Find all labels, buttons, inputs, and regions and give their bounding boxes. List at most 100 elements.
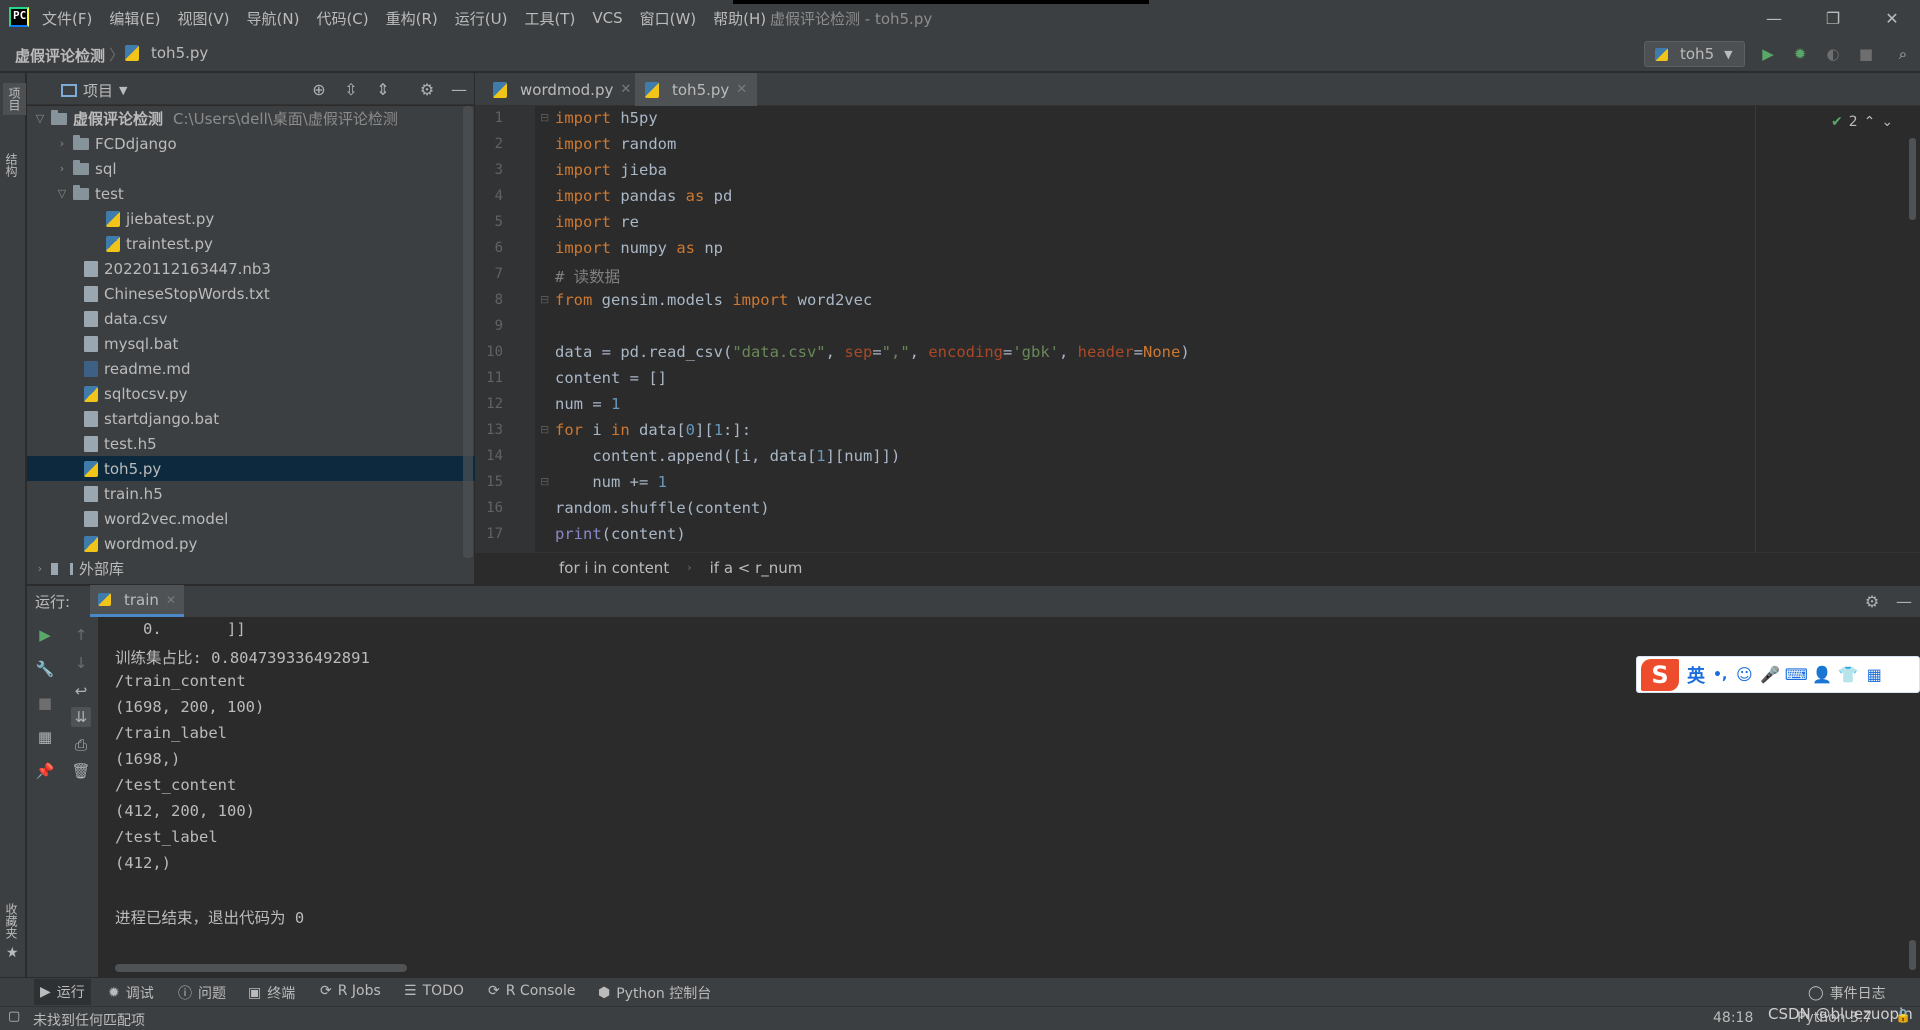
bottom-tab-python-console[interactable]: ⬢ Python 控制台 [598, 983, 711, 1003]
event-log-button[interactable]: ◯ 事件日志 [1808, 983, 1886, 1003]
rerun-icon[interactable]: ▶ [35, 625, 55, 645]
lock-icon[interactable]: 🔒 [1895, 1009, 1911, 1024]
hide-panel-icon[interactable]: — [450, 80, 468, 99]
gear-icon[interactable]: ⚙ [418, 80, 436, 99]
status-toggle-icon[interactable]: ▢ [8, 1009, 20, 1024]
close-tab-icon[interactable]: ✕ [736, 82, 747, 97]
tree-item-wordmod[interactable]: wordmod.py [27, 531, 531, 556]
fold-icon[interactable]: ⊟ [540, 293, 549, 306]
run-icon[interactable]: ▶ [1758, 44, 1778, 64]
tree-root[interactable]: ▽ 虚假评论检测 C:\Users\dell\桌面\虚假评论检测 [27, 106, 480, 131]
menu-view[interactable]: 视图(V) [178, 8, 230, 29]
emoji-icon[interactable]: ☺ [1735, 665, 1753, 684]
tree-item-nb3[interactable]: 20220112163447.nb3 [27, 256, 531, 281]
stop-icon[interactable]: ■ [1856, 44, 1876, 64]
close-tab-icon[interactable]: ✕ [620, 82, 631, 97]
console-horizontal-scrollbar[interactable] [115, 964, 407, 972]
tree-item-data-csv[interactable]: data.csv [27, 306, 531, 331]
tree-item-external-libs[interactable]: › 外部库 [27, 556, 480, 581]
tab-toh5[interactable]: toh5.py ✕ [635, 73, 758, 109]
bottom-tab-rconsole[interactable]: ⟳ R Console [488, 983, 576, 999]
menu-refactor[interactable]: 重构(R) [386, 8, 438, 29]
bottom-tab-terminal[interactable]: ▣ 终端 [248, 983, 295, 1003]
minimize-button[interactable]: — [1746, 0, 1802, 36]
restore-button[interactable]: ❐ [1805, 0, 1861, 36]
expand-all-icon[interactable]: ⇳ [342, 80, 360, 99]
bottom-tab-todo[interactable]: ☰ TODO [404, 983, 464, 999]
menu-navigate[interactable]: 导航(N) [247, 8, 300, 29]
menu-tools[interactable]: 工具(T) [524, 8, 575, 29]
run-tab-train[interactable]: train ✕ [90, 585, 184, 617]
breadcrumb-project[interactable]: 虚假评论检测 [15, 45, 105, 66]
stop-icon[interactable]: ■ [35, 693, 55, 713]
hide-panel-icon[interactable]: — [1895, 592, 1913, 611]
user-icon[interactable]: 👤 [1812, 665, 1832, 684]
tab-wordmod[interactable]: wordmod.py ✕ [483, 73, 641, 106]
skin-icon[interactable]: 👕 [1838, 665, 1858, 684]
menu-window[interactable]: 窗口(W) [640, 8, 697, 29]
sogou-logo-icon[interactable]: S [1641, 658, 1679, 691]
tree-item-word2vec-model[interactable]: word2vec.model [27, 506, 531, 531]
project-scrollbar[interactable] [463, 106, 473, 558]
tool-tab-structure[interactable]: 结构 [3, 153, 20, 177]
inspection-widget[interactable]: ✔ 2 ⌃ ⌄ [1831, 114, 1893, 130]
close-tab-icon[interactable]: ✕ [166, 593, 176, 607]
fold-icon[interactable]: ⊟ [540, 475, 549, 488]
breadcrumb-if[interactable]: if a < r_num [710, 559, 803, 577]
fold-icon[interactable]: ⊟ [540, 111, 549, 124]
bottom-tab-problems[interactable]: ⓘ 问题 [178, 983, 226, 1003]
fold-icon[interactable]: ⊟ [540, 423, 549, 436]
pin-icon[interactable]: 📌 [35, 761, 55, 781]
bottom-tab-run[interactable]: ▶ 运行 [34, 979, 91, 1005]
debug-icon[interactable]: ✹ [1790, 44, 1810, 64]
project-view-selector[interactable]: 项目 ▼ [61, 80, 127, 101]
soft-wrap-icon[interactable]: ↩ [71, 681, 91, 701]
tree-item-train-h5[interactable]: train.h5 [27, 481, 531, 506]
layout-icon[interactable]: ▦ [35, 727, 55, 747]
locate-file-icon[interactable]: ⊕ [310, 80, 328, 99]
close-window-button[interactable]: ✕ [1864, 0, 1920, 36]
tree-item-test[interactable]: ▽ test [27, 181, 502, 206]
tree-item-sqltocsv[interactable]: sqltocsv.py [27, 381, 531, 406]
tree-item-test-h5[interactable]: test.h5 [27, 431, 531, 456]
caret-position[interactable]: 48:18 [1713, 1010, 1753, 1026]
tool-tab-project[interactable]: 项目 [3, 83, 26, 115]
tree-item-sql[interactable]: › sql [27, 156, 502, 181]
wrench-icon[interactable]: 🔧 [35, 659, 55, 679]
menu-run[interactable]: 运行(U) [455, 8, 508, 29]
tree-item-startdjango[interactable]: startdjango.bat [27, 406, 531, 431]
console-vertical-scrollbar[interactable] [1909, 940, 1916, 970]
trash-icon[interactable]: 🗑 [71, 761, 91, 781]
arrow-down-icon[interactable]: ↓ [71, 653, 91, 673]
menu-edit[interactable]: 编辑(E) [109, 8, 160, 29]
bottom-tab-rjobs[interactable]: ⟳ R Jobs [320, 983, 381, 999]
menu-file[interactable]: 文件(F) [42, 8, 92, 29]
ime-mode-toggle[interactable]: 英 [1687, 662, 1705, 688]
menu-code[interactable]: 代码(C) [316, 8, 368, 29]
search-icon[interactable]: ⌕ [1893, 44, 1913, 64]
menu-help[interactable]: 帮助(H) [713, 8, 766, 29]
menu-vcs[interactable]: VCS [592, 9, 622, 27]
tree-item-mysql-bat[interactable]: mysql.bat [27, 331, 531, 356]
grid-icon[interactable]: ▦ [1865, 665, 1883, 684]
collapse-all-icon[interactable]: ⇕ [374, 80, 392, 99]
run-configuration-select[interactable]: toh5 ▼ [1644, 41, 1745, 67]
microphone-icon[interactable]: 🎤 [1760, 665, 1780, 684]
coverage-icon[interactable]: ◐ [1823, 44, 1843, 64]
scroll-to-end-icon[interactable]: ⇊ [71, 707, 91, 727]
ime-toolbar[interactable]: S 英 •, ☺ 🎤 ⌨ 👤 👕 ▦ [1636, 656, 1920, 693]
breadcrumb-for[interactable]: for i in content [559, 559, 669, 577]
tree-item-stopwords[interactable]: ChineseStopWords.txt [27, 281, 531, 306]
keyboard-icon[interactable]: ⌨ [1785, 665, 1808, 684]
gear-icon[interactable]: ⚙ [1863, 592, 1881, 611]
print-icon[interactable]: ⎙ [71, 735, 91, 755]
arrow-up-icon[interactable]: ↑ [71, 625, 91, 645]
ime-punct-toggle[interactable]: •, [1713, 667, 1727, 683]
tool-tab-favorites[interactable]: 收藏夹 [3, 903, 20, 939]
editor-scrollbar[interactable] [1909, 138, 1916, 220]
chevron-up-icon[interactable]: ⌃ [1864, 114, 1876, 130]
breadcrumb-file[interactable]: toh5.py [125, 44, 208, 62]
code-editor[interactable] [536, 106, 1756, 552]
bottom-tab-debug[interactable]: ✹ 调试 [108, 983, 154, 1003]
tree-item-fcddjango[interactable]: › FCDdjango [27, 131, 502, 156]
